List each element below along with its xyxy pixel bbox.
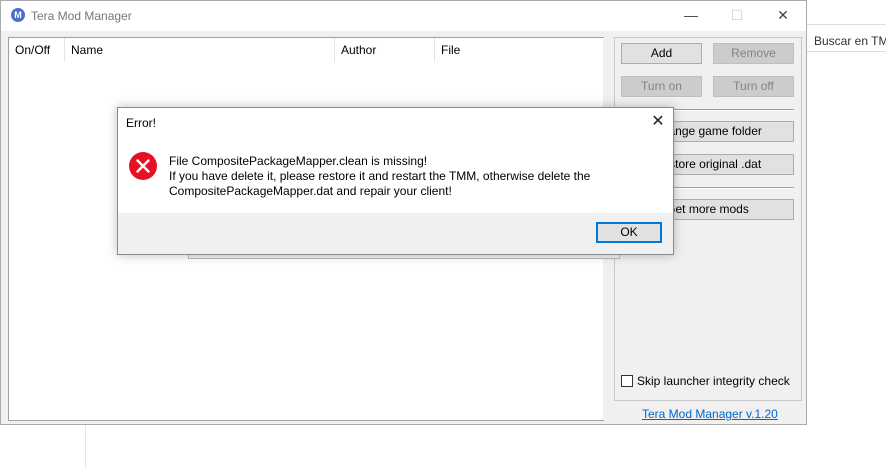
close-icon[interactable]: ✕ xyxy=(768,5,798,25)
desktop-background xyxy=(807,0,886,468)
mod-list-header: On/Off Name Author File xyxy=(9,38,603,62)
dialog-title: Error! xyxy=(126,116,156,130)
column-header-name[interactable]: Name xyxy=(65,38,335,62)
column-header-onoff[interactable]: On/Off xyxy=(9,38,65,62)
turn-off-button[interactable]: Turn off xyxy=(713,76,794,97)
background-search-text: Buscar en TM xyxy=(814,34,886,48)
window-title: Tera Mod Manager xyxy=(31,9,132,23)
column-header-file[interactable]: File xyxy=(435,38,603,62)
dialog-footer: OK xyxy=(118,213,673,254)
remove-button[interactable]: Remove xyxy=(713,43,794,64)
title-bar: M Tera Mod Manager — ☐ ✕ xyxy=(1,1,806,31)
add-button[interactable]: Add xyxy=(621,43,702,64)
minimize-icon[interactable]: — xyxy=(676,5,706,25)
dialog-message-line: CompositePackageMapper.dat and repair yo… xyxy=(169,184,452,198)
dialog-message-line: If you have delete it, please restore it… xyxy=(169,169,591,183)
error-icon xyxy=(129,152,157,180)
dialog-message: File CompositePackageMapper.clean is mis… xyxy=(169,154,649,199)
turn-on-button[interactable]: Turn on xyxy=(621,76,702,97)
maximize-icon: ☐ xyxy=(730,7,744,23)
dialog-close-icon[interactable]: ✕ xyxy=(646,112,670,132)
skip-integrity-checkbox[interactable] xyxy=(621,375,633,387)
column-header-author[interactable]: Author xyxy=(335,38,435,62)
error-dialog: Error! ✕ File CompositePackageMapper.cle… xyxy=(117,107,674,255)
background-search-box[interactable]: Buscar en TM xyxy=(807,24,886,52)
app-icon: M xyxy=(11,8,25,22)
dialog-message-line: File CompositePackageMapper.clean is mis… xyxy=(169,154,428,168)
version-link[interactable]: Tera Mod Manager v.1.20 xyxy=(642,407,778,421)
skip-integrity-label[interactable]: Skip launcher integrity check xyxy=(637,374,790,388)
ok-button[interactable]: OK xyxy=(596,222,662,243)
background-divider xyxy=(85,425,86,468)
